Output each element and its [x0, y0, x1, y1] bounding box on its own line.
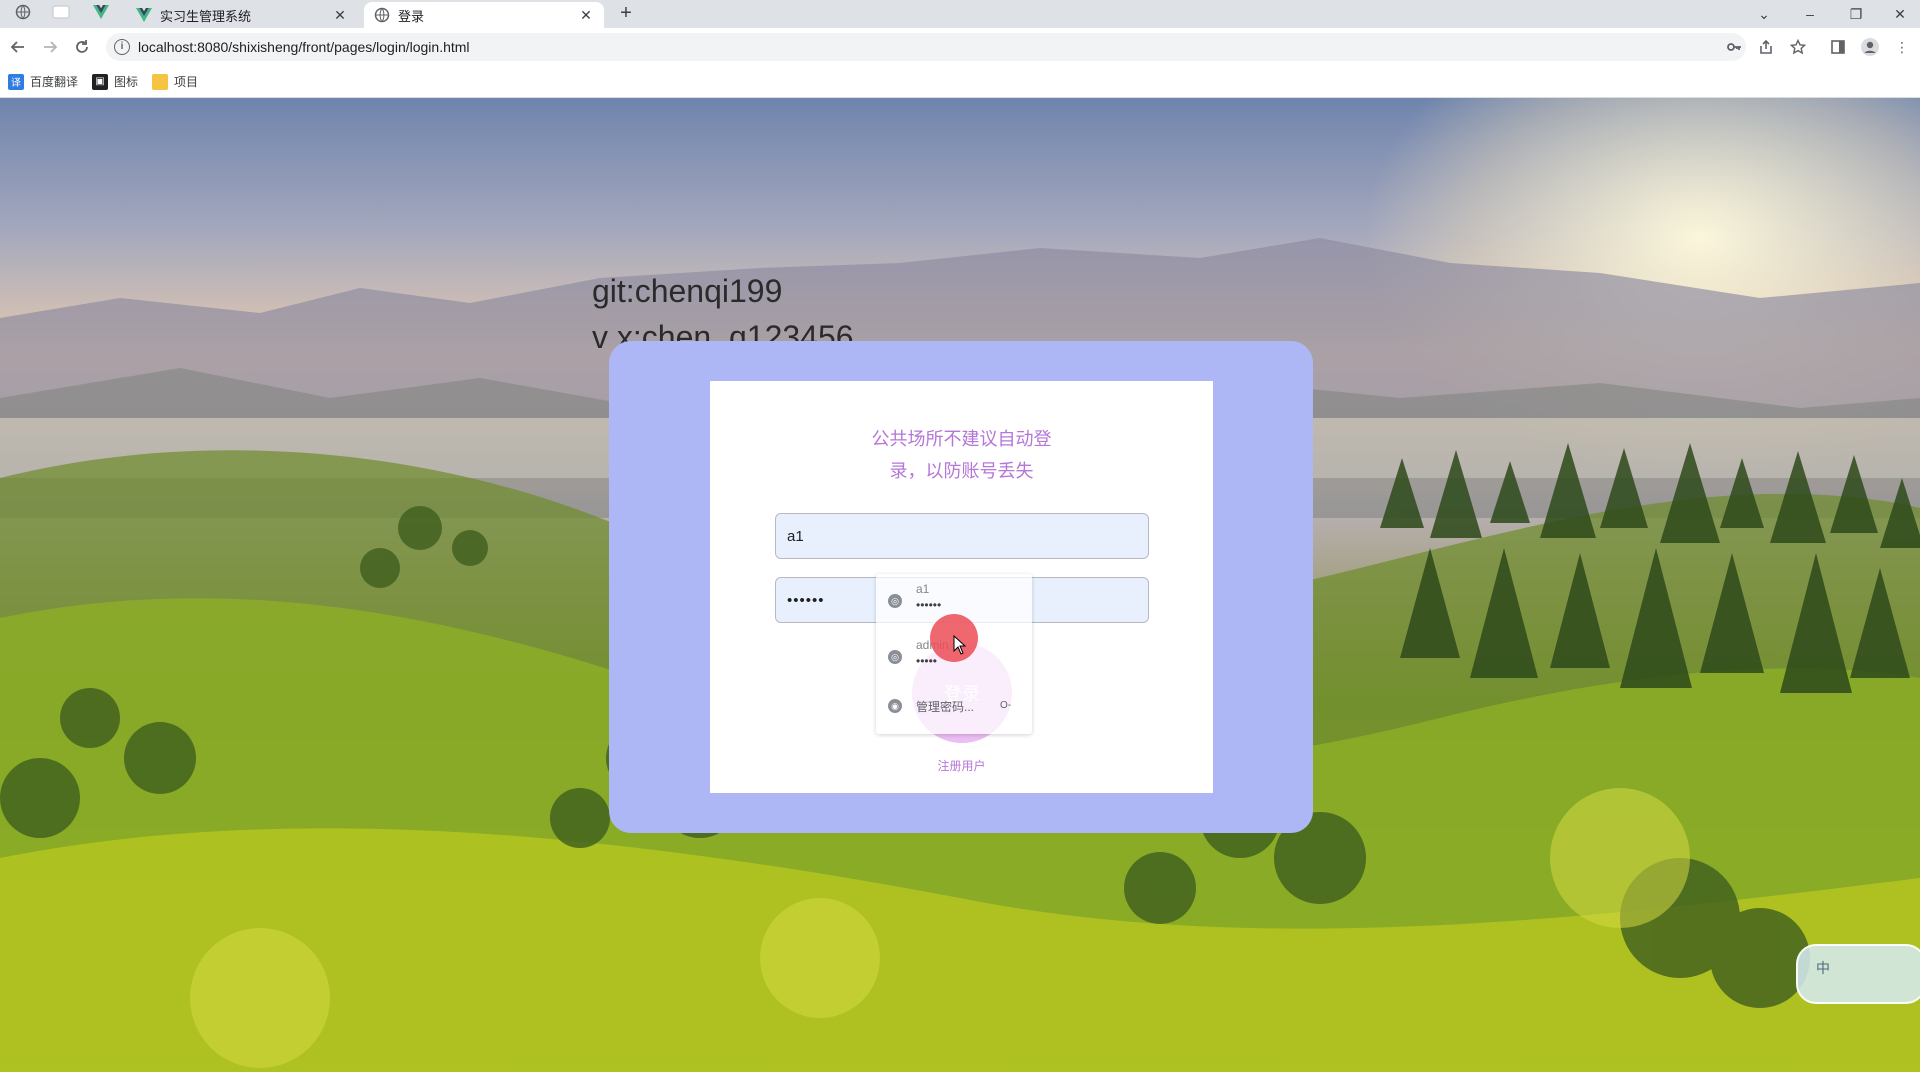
new-tab-button[interactable]: +	[614, 2, 638, 26]
browser-toolbar: i localhost:8080/shixisheng/front/pages/…	[0, 28, 1920, 66]
minimize-icon[interactable]: –	[1788, 0, 1832, 28]
tab-title: 实习生管理系统	[160, 8, 252, 24]
tab-pinned-3[interactable]	[86, 3, 116, 25]
tab-login[interactable]: 登录 ✕	[364, 2, 604, 28]
bookmark-label: 图标	[114, 75, 139, 89]
tab-title: 登录	[398, 8, 425, 24]
mouse-cursor-icon	[953, 635, 967, 655]
vue-logo-icon	[93, 4, 109, 24]
tab-strip: 实习生管理系统 ✕ 登录 ✕ + ⌄ – ❐ ✕	[0, 0, 1920, 28]
username-input[interactable]: a1	[775, 513, 1149, 559]
tab-search-icon[interactable]: ⌄	[1742, 0, 1786, 28]
ime-mode-label: 中	[1816, 960, 1830, 976]
menu-kebab-icon[interactable]: ⋮	[1890, 35, 1914, 59]
globe-icon	[374, 7, 390, 23]
window-close-icon[interactable]: ✕	[1878, 0, 1920, 28]
bookmark-project-folder[interactable]: 项目	[152, 73, 198, 90]
share-icon[interactable]	[1754, 35, 1778, 59]
autofill-password: ••••••	[916, 598, 942, 612]
globe-icon: ◎	[888, 594, 902, 608]
address-bar[interactable]: i localhost:8080/shixisheng/front/pages/…	[106, 33, 1746, 61]
notice-line-1: 公共场所不建议自动登	[871, 429, 1052, 449]
overlay-line-1: git:chenqi199	[592, 273, 783, 309]
back-icon[interactable]	[6, 35, 30, 59]
bookmark-icons[interactable]: ▣ 图标	[92, 73, 138, 90]
autofill-username: a1	[916, 582, 930, 596]
manage-passwords-label: 管理密码...	[916, 700, 975, 714]
bookmark-label: 百度翻译	[30, 75, 79, 89]
key-icon: O‑	[1000, 700, 1012, 711]
close-icon[interactable]: ✕	[332, 7, 348, 23]
bookmark-star-icon[interactable]	[1786, 35, 1810, 59]
tab-pinned-2[interactable]	[46, 3, 76, 25]
side-panel-icon[interactable]	[1826, 35, 1850, 59]
login-page: git:chenqi199 v x:chen_q123456 公共场所不建议自动…	[0, 98, 1920, 1072]
globe-icon: ◎	[888, 650, 902, 664]
forward-icon[interactable]	[38, 35, 62, 59]
ime-floating-widget[interactable]: 中	[1796, 944, 1920, 1004]
vue-logo-icon	[136, 7, 152, 23]
profile-avatar-icon[interactable]	[1858, 35, 1882, 59]
reload-icon[interactable]	[70, 35, 94, 59]
tab-intern-system[interactable]: 实习生管理系统 ✕	[126, 2, 358, 28]
chrome-icon: ◉	[888, 699, 902, 713]
blank-page-icon	[52, 5, 70, 24]
autofill-password: •••••	[916, 654, 938, 668]
image-icon: ▣	[92, 73, 109, 90]
restore-icon[interactable]: ❐	[1834, 0, 1878, 28]
bookmark-baidu-translate[interactable]: 译 百度翻译	[8, 73, 78, 90]
auto-login-notice: 公共场所不建议自动登 录，以防账号丢失	[710, 423, 1213, 487]
url-text: localhost:8080/shixisheng/front/pages/lo…	[138, 39, 470, 55]
password-key-icon[interactable]	[1722, 35, 1746, 59]
register-link[interactable]: 注册用户	[710, 757, 1213, 774]
notice-line-2: 录，以防账号丢失	[889, 461, 1034, 481]
translate-icon: 译	[8, 73, 24, 90]
folder-icon	[152, 73, 169, 90]
tab-pinned-1[interactable]	[8, 3, 38, 25]
close-icon[interactable]: ✕	[578, 7, 594, 23]
manage-passwords-item[interactable]: ◉ 管理密码... O‑	[876, 686, 1032, 726]
bookmark-label: 项目	[174, 75, 199, 89]
site-info-icon[interactable]: i	[114, 39, 130, 55]
bookmarks-bar: 译 百度翻译 ▣ 图标 项目	[0, 66, 1920, 98]
globe-icon	[15, 4, 31, 25]
